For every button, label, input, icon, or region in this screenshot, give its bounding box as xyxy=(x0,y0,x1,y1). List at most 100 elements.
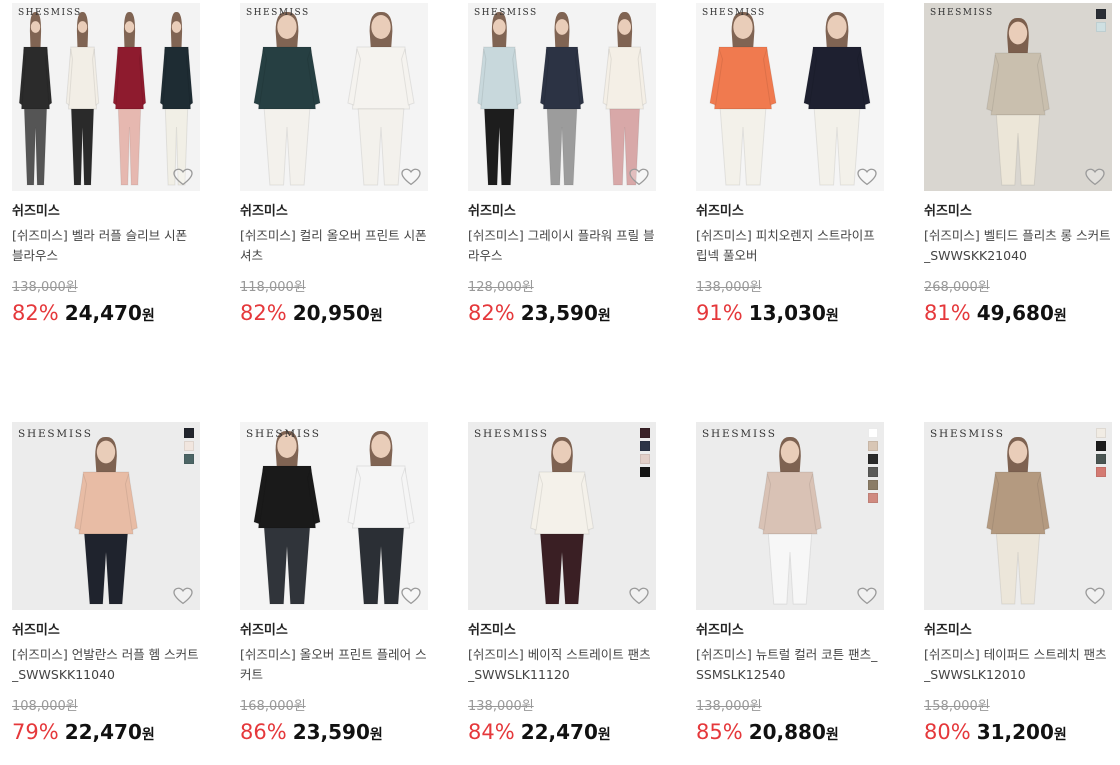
product-image[interactable]: SHESMISS xyxy=(696,3,884,191)
product-brand: 쉬즈미스 xyxy=(924,204,972,219)
product-card[interactable]: SHESMISS 쉬즈미스 [쉬즈미스] 그레이시 플라워 프릴 블라우스 128,0… xyxy=(468,3,656,326)
product-card[interactable]: SHESMISS 쉬즈미스 [쉬즈미스] 뉴트럴 컬러 코튼 팬츠_SSMSLK12… xyxy=(696,422,884,745)
color-swatch xyxy=(1096,441,1106,451)
product-brand: 쉬즈미스 xyxy=(924,623,972,638)
product-photo-figures xyxy=(18,11,194,186)
price-row: 91% 13,030원 xyxy=(696,300,884,326)
original-price: 128,000원 xyxy=(468,280,534,295)
product-brand: 쉬즈미스 xyxy=(468,623,516,638)
color-swatch xyxy=(640,467,650,477)
product-image[interactable]: SHESMISS xyxy=(696,422,884,610)
original-price: 138,000원 xyxy=(468,699,534,714)
discount-rate: 82% xyxy=(240,301,287,325)
product-image[interactable]: SHESMISS xyxy=(468,3,656,191)
wishlist-heart-icon[interactable] xyxy=(1084,167,1106,187)
product-image[interactable]: SHESMISS xyxy=(924,3,1112,191)
product-name-link[interactable]: [쉬즈미스] 뉴트럴 컬러 코튼 팬츠_SSMSLK12540 xyxy=(696,645,884,685)
product-card[interactable]: SHESMISS 쉬즈미스 [쉬즈미스] 베이직 스트레이트 팬츠_SWWSLK11… xyxy=(468,422,656,745)
color-swatch xyxy=(184,428,194,438)
currency-unit: 원 xyxy=(141,308,155,324)
product-card[interactable]: SHESMISS 쉬즈미스 [쉬즈미스] 언발란스 러플 헴 스커트_SWWSKK1… xyxy=(12,422,200,745)
model-figure xyxy=(18,11,53,186)
color-swatch xyxy=(868,454,878,464)
discount-rate: 81% xyxy=(924,301,971,325)
wishlist-heart-icon[interactable] xyxy=(856,167,878,187)
model-figure xyxy=(65,11,100,186)
color-swatch xyxy=(640,441,650,451)
model-figure xyxy=(986,436,1050,605)
currency-unit: 원 xyxy=(825,727,839,743)
original-price: 158,000원 xyxy=(924,699,990,714)
wishlist-heart-icon[interactable] xyxy=(172,586,194,606)
currency-unit: 원 xyxy=(369,308,383,324)
product-photo-figures xyxy=(709,11,871,186)
product-card[interactable]: SHESMISS 쉬즈미스 [쉬즈미스] 테이퍼드 스트레치 팬츠_SWWSLK12… xyxy=(924,422,1112,745)
product-name-link[interactable]: [쉬즈미스] 언발란스 러플 헴 스커트_SWWSKK11040 xyxy=(12,645,200,685)
brand-logo-mark: SHESMISS xyxy=(930,428,1005,440)
brand-logo-mark: SHESMISS xyxy=(930,8,994,18)
product-image[interactable]: SHESMISS xyxy=(12,422,200,610)
original-price: 268,000원 xyxy=(924,280,990,295)
product-image[interactable]: SHESMISS xyxy=(468,422,656,610)
sale-price: 31,200 xyxy=(976,720,1054,744)
color-swatch xyxy=(1096,9,1106,19)
product-name-link[interactable]: [쉬즈미스] 벨라 러플 슬리브 시폰 블라우스 xyxy=(12,226,200,266)
discount-rate: 85% xyxy=(696,720,743,744)
price-row: 82% 20,950원 xyxy=(240,300,428,326)
model-figure xyxy=(347,430,415,605)
product-brand: 쉬즈미스 xyxy=(468,204,516,219)
product-name-link[interactable]: [쉬즈미스] 벨티드 플리츠 롱 스커트_SWWSKK21040 xyxy=(924,226,1112,266)
color-swatch xyxy=(868,441,878,451)
product-name-link[interactable]: [쉬즈미스] 피치오렌지 스트라이프 립넥 풀오버 xyxy=(696,226,884,266)
sale-price: 23,590 xyxy=(520,301,598,325)
currency-unit: 원 xyxy=(369,727,383,743)
product-brand: 쉬즈미스 xyxy=(696,204,744,219)
color-swatches xyxy=(1096,428,1106,477)
wishlist-heart-icon[interactable] xyxy=(856,586,878,606)
model-figure xyxy=(112,11,147,186)
wishlist-heart-icon[interactable] xyxy=(172,167,194,187)
product-card[interactable]: SHESMISS 쉬즈미스 [쉬즈미스] 벨티드 플리츠 롱 스커트_SWWSKK2… xyxy=(924,3,1112,326)
model-figure xyxy=(539,11,585,186)
wishlist-heart-icon[interactable] xyxy=(1084,586,1106,606)
currency-unit: 원 xyxy=(141,727,155,743)
product-card[interactable]: SHESMISS 쉬즈미스 [쉬즈미스] 벨라 러플 슬리브 시폰 블라우스 138,… xyxy=(12,3,200,326)
original-price: 138,000원 xyxy=(696,280,762,295)
product-name-link[interactable]: [쉬즈미스] 컬리 올오버 프린트 시폰 셔츠 xyxy=(240,226,428,266)
wishlist-heart-icon[interactable] xyxy=(628,167,650,187)
product-image[interactable]: SHESMISS xyxy=(924,422,1112,610)
discount-rate: 86% xyxy=(240,720,287,744)
sale-price: 13,030 xyxy=(748,301,826,325)
color-swatch xyxy=(868,467,878,477)
product-card[interactable]: SHESMISS 쉬즈미스 [쉬즈미스] 올오버 프린트 플레어 스커트 168,00… xyxy=(240,422,428,745)
brand-logo-mark: SHESMISS xyxy=(702,428,777,440)
price-row: 79% 22,470원 xyxy=(12,719,200,745)
sale-price: 23,590 xyxy=(292,720,370,744)
price-row: 82% 24,470원 xyxy=(12,300,200,326)
discount-rate: 84% xyxy=(468,720,515,744)
brand-logo-mark: SHESMISS xyxy=(18,8,82,18)
price-row: 81% 49,680원 xyxy=(924,300,1112,326)
product-name-link[interactable]: [쉬즈미스] 그레이시 플라워 프릴 블라우스 xyxy=(468,226,656,266)
product-image[interactable]: SHESMISS xyxy=(240,3,428,191)
model-figure xyxy=(477,11,522,186)
discount-rate: 82% xyxy=(468,301,515,325)
product-image[interactable]: SHESMISS xyxy=(12,3,200,191)
product-name-link[interactable]: [쉬즈미스] 테이퍼드 스트레치 팬츠_SWWSLK12010 xyxy=(924,645,1112,685)
model-figure xyxy=(74,436,138,605)
wishlist-heart-icon[interactable] xyxy=(628,586,650,606)
product-photo-figures xyxy=(530,436,594,605)
currency-unit: 원 xyxy=(597,308,611,324)
product-card[interactable]: SHESMISS 쉬즈미스 [쉬즈미스] 피치오렌지 스트라이프 립넥 풀오버 138… xyxy=(696,3,884,326)
discount-rate: 82% xyxy=(12,301,59,325)
price-row: 80% 31,200원 xyxy=(924,719,1112,745)
sale-price: 24,470 xyxy=(64,301,142,325)
wishlist-heart-icon[interactable] xyxy=(400,586,422,606)
wishlist-heart-icon[interactable] xyxy=(400,167,422,187)
product-card[interactable]: SHESMISS 쉬즈미스 [쉬즈미스] 컬리 올오버 프린트 시폰 셔츠 118,0… xyxy=(240,3,428,326)
product-name-link[interactable]: [쉬즈미스] 올오버 프린트 플레어 스커트 xyxy=(240,645,428,685)
product-image[interactable]: SHESMISS xyxy=(240,422,428,610)
product-name-link[interactable]: [쉬즈미스] 베이직 스트레이트 팬츠_SWWSLK11120 xyxy=(468,645,656,685)
original-price: 168,000원 xyxy=(240,699,306,714)
currency-unit: 원 xyxy=(1053,308,1067,324)
